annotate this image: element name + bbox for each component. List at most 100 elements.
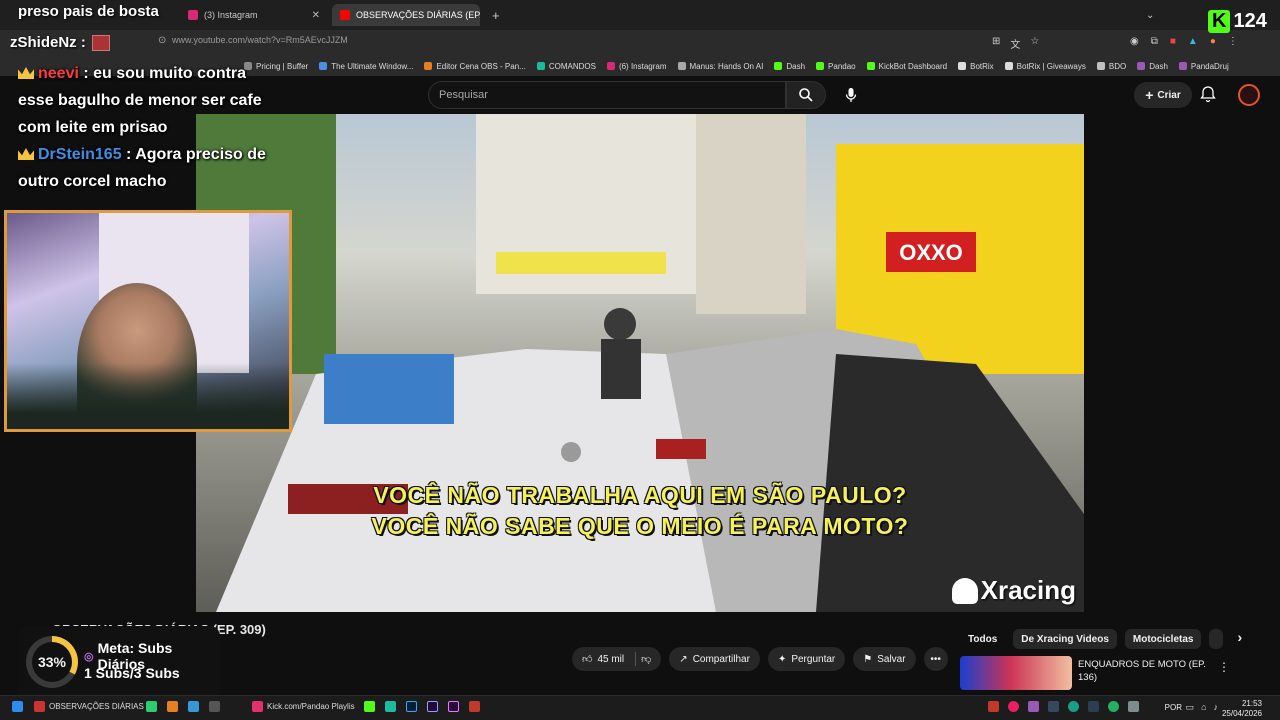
tray-icon[interactable] bbox=[988, 701, 999, 712]
screen: (3) Instagram ✕ OBSERVAÇÕES DIÁRIAS (EP.… bbox=[0, 0, 1280, 720]
target-icon: ◎ bbox=[84, 650, 94, 663]
tray-icon[interactable] bbox=[1068, 701, 1079, 712]
chevron-down-icon[interactable]: ⌄ bbox=[1138, 4, 1158, 26]
recommended-thumbnail[interactable] bbox=[960, 656, 1072, 690]
bookmark-item[interactable]: Pandao bbox=[816, 62, 856, 71]
bookmark-item[interactable]: BotRix bbox=[958, 62, 994, 71]
bookmark-item[interactable]: (6) Instagram bbox=[606, 62, 667, 71]
premiere-icon[interactable] bbox=[448, 701, 459, 712]
bookmark-item[interactable]: KickBot Dashboard bbox=[866, 62, 947, 71]
start-button[interactable] bbox=[12, 701, 23, 712]
search-input[interactable]: Pesquisar bbox=[428, 81, 786, 109]
tray-icon[interactable] bbox=[1108, 701, 1119, 712]
bookmark-item[interactable]: Manus: Hands On AI bbox=[677, 62, 763, 71]
microphone-icon bbox=[845, 88, 857, 102]
create-button[interactable]: + Criar bbox=[1134, 82, 1192, 108]
share-button[interactable]: ↗ Compartilhar bbox=[669, 647, 760, 671]
photoshop-icon[interactable] bbox=[406, 701, 417, 712]
svg-text:OXXO: OXXO bbox=[899, 240, 963, 265]
star-icon[interactable]: ☆ bbox=[1030, 36, 1039, 51]
bookmark-label: Editor Cena OBS - Pan... bbox=[436, 61, 526, 71]
url-field[interactable]: www.youtube.com/watch?v=Rm5AEvcJJZM bbox=[172, 35, 348, 45]
bookmark-icon bbox=[424, 62, 433, 70]
bookmark-item[interactable]: BDO bbox=[1096, 62, 1126, 71]
notifications-button[interactable] bbox=[1200, 85, 1216, 108]
translate-icon[interactable]: 文 bbox=[1010, 36, 1020, 51]
recommended-video[interactable]: ENQUADROS DE MOTO (EP. 136) ⋮ bbox=[960, 656, 1230, 690]
chip-channel[interactable]: De Xracing Videos bbox=[1013, 629, 1117, 649]
chevron-right-icon[interactable]: › bbox=[1231, 629, 1242, 649]
save-label: Salvar bbox=[877, 653, 906, 665]
thumbs-up-icon: 👍︎ bbox=[582, 654, 593, 665]
bookmark-icon bbox=[866, 62, 875, 70]
tray-icon[interactable] bbox=[1048, 701, 1059, 712]
address-bar: ⊙ www.youtube.com/watch?v=Rm5AEvcJJZM ⊞ … bbox=[0, 30, 1280, 56]
language-indicator[interactable]: POR bbox=[1165, 703, 1182, 712]
close-icon[interactable]: ✕ bbox=[312, 10, 320, 21]
tray-icon[interactable] bbox=[1088, 701, 1099, 712]
bookmark-item[interactable]: Dash bbox=[1137, 62, 1168, 71]
after-effects-icon[interactable] bbox=[427, 701, 438, 712]
search-button[interactable] bbox=[786, 81, 826, 109]
puzzle-icon[interactable]: ⧉ bbox=[1151, 36, 1158, 47]
chip-all[interactable]: Todos bbox=[960, 629, 1006, 649]
plus-icon: + bbox=[1145, 87, 1154, 103]
bookmark-item[interactable]: COMANDOS bbox=[536, 62, 596, 71]
tab-instagram[interactable]: (3) Instagram ✕ bbox=[180, 4, 328, 26]
bookmark-icon: ⚑ bbox=[863, 653, 873, 665]
menu-icon[interactable]: ⋮ bbox=[1228, 36, 1238, 47]
app-icon[interactable] bbox=[188, 701, 199, 712]
bookmark-icon bbox=[774, 62, 783, 70]
bookmark-icon bbox=[536, 62, 545, 70]
browser-tab-bar: (3) Instagram ✕ OBSERVAÇÕES DIÁRIAS (EP.… bbox=[0, 0, 1280, 30]
tab-label: (3) Instagram bbox=[204, 10, 258, 20]
video-player[interactable]: OXXO VOCÊ NÃO TRABALHA AQUI EM SÃO PAULO… bbox=[196, 114, 1084, 612]
taskbar-item-kick[interactable]: Kick.com/Pandao Playlis bbox=[252, 701, 355, 712]
tab-youtube[interactable]: OBSERVAÇÕES DIÁRIAS (EP... ✕ bbox=[332, 4, 480, 26]
more-icon: ••• bbox=[930, 653, 941, 665]
app-icon[interactable] bbox=[364, 701, 375, 712]
app-icon[interactable] bbox=[167, 701, 178, 712]
save-button[interactable]: ⚑ Salvar bbox=[853, 647, 916, 671]
recommended-title[interactable]: ENQUADROS DE MOTO (EP. 136) bbox=[1078, 658, 1218, 684]
browser-icon bbox=[252, 701, 263, 712]
crown-icon bbox=[18, 67, 34, 79]
clock[interactable]: 21:53 25/04/2026 bbox=[1222, 699, 1262, 719]
streamer-name-row: zShideNz : bbox=[10, 34, 110, 51]
app-icon[interactable] bbox=[385, 701, 396, 712]
extension-icon[interactable]: ◉ bbox=[1130, 36, 1139, 47]
goal-count: 1 Subs/3 Subs bbox=[84, 665, 180, 681]
subtitle-line: VOCÊ NÃO TRABALHA AQUI EM SÃO PAULO? bbox=[373, 482, 907, 508]
tray-icon[interactable] bbox=[1028, 701, 1039, 712]
thumbs-down-icon[interactable]: 👎︎ bbox=[641, 653, 651, 665]
bookmark-item[interactable]: BotRix | Giveaways bbox=[1004, 61, 1086, 71]
ask-button[interactable]: ✦ Perguntar bbox=[767, 647, 846, 671]
tray-icon[interactable] bbox=[1008, 701, 1019, 712]
extension-icon[interactable]: ▲ bbox=[1188, 36, 1198, 47]
address-actions: ⊞ 文 ☆ bbox=[992, 36, 1039, 51]
voice-search-button[interactable] bbox=[836, 81, 866, 109]
webcam-feed bbox=[4, 210, 292, 432]
bookmark-item[interactable]: Dash bbox=[774, 62, 805, 71]
bookmark-item[interactable]: PandaDruj bbox=[1178, 62, 1229, 71]
new-tab-button[interactable]: + bbox=[484, 4, 504, 26]
bookmark-item[interactable]: The Ultimate Window... bbox=[319, 62, 413, 71]
site-info-icon[interactable]: ⊙ bbox=[158, 35, 166, 46]
install-icon[interactable]: ⊞ bbox=[992, 36, 1000, 51]
extension-icon[interactable]: ■ bbox=[1170, 36, 1176, 47]
taskbar-item-youtube[interactable]: OBSERVAÇÕES DIÁRIAS bbox=[34, 701, 144, 712]
subtitle-line: VOCÊ NÃO SABE QUE O MEIO É PARA MOTO? bbox=[371, 513, 909, 539]
quick-settings[interactable]: ▭ ⌂ ♪ bbox=[1186, 702, 1218, 713]
like-button[interactable]: 👍︎ 45 mil 👎︎ bbox=[572, 647, 662, 671]
app-icon[interactable] bbox=[146, 701, 157, 712]
tray-icon[interactable] bbox=[1128, 701, 1139, 712]
more-vert-icon[interactable]: ⋮ bbox=[1218, 660, 1230, 674]
app-icon[interactable] bbox=[209, 701, 220, 712]
chip-motorcycles[interactable]: Motocicletas bbox=[1124, 629, 1202, 649]
bookmark-label: BotRix | Giveaways bbox=[1016, 61, 1086, 71]
app-icon[interactable] bbox=[469, 701, 480, 712]
profile-icon[interactable]: ● bbox=[1210, 36, 1216, 47]
avatar[interactable] bbox=[1238, 84, 1260, 106]
bookmark-item[interactable]: Editor Cena OBS - Pan... bbox=[424, 61, 526, 71]
more-actions-button[interactable]: ••• bbox=[923, 647, 948, 671]
